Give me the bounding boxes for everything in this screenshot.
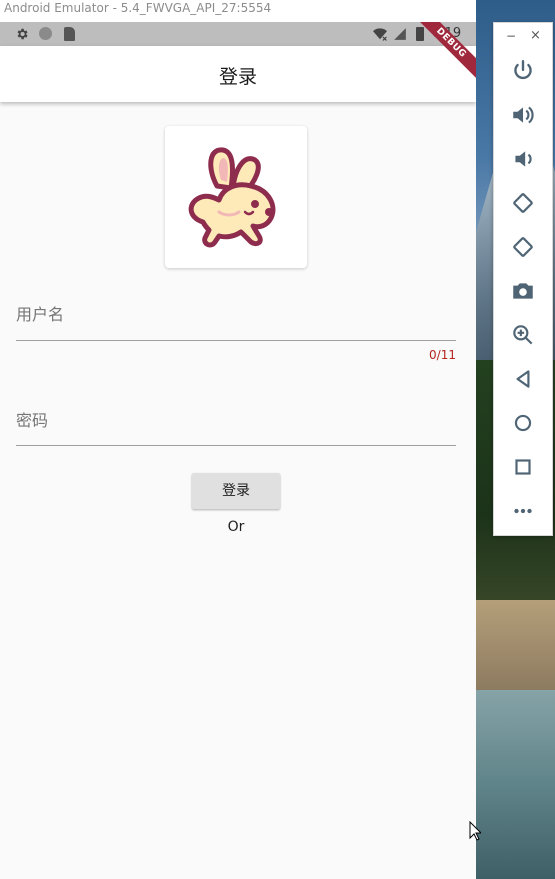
power-icon [514,60,532,80]
zoom-button[interactable] [510,322,536,348]
rotate-right-button[interactable] [510,234,536,260]
username-counter: 0/11 [429,348,456,362]
rotate-left-icon [513,193,533,213]
password-label: 密码 [16,411,49,430]
password-field[interactable]: 密码 [16,398,456,458]
mouse-cursor-icon [469,821,481,841]
more-button[interactable] [510,498,536,524]
minimize-button[interactable]: − [506,29,516,43]
battery-icon [416,27,424,41]
phone-screen: 6:19 DEBUG 登录 用户名 0/11 密码 登录 Or [0,22,476,879]
volume-down-button[interactable] [510,146,536,172]
volume-up-button[interactable] [510,102,536,128]
or-text: Or [227,519,245,535]
logo [165,126,307,268]
emulator-title: Android Emulator - 5.4_FWVGA_API_27:5554 [0,0,476,22]
page-title: 登录 [218,66,257,88]
password-underline [16,445,456,446]
screenshot-button[interactable] [510,278,536,304]
volume-down-icon [515,151,532,167]
power-button[interactable] [510,58,536,84]
overview-icon [515,459,531,475]
username-label: 用户名 [16,305,65,324]
status-bar: 6:19 [0,22,476,46]
back-icon [516,370,530,388]
camera-icon [513,283,533,299]
login-button[interactable]: 登录 [192,473,280,509]
more-icon [514,508,532,514]
home-button[interactable] [510,410,536,436]
home-icon [514,414,532,432]
app-bar: 登录 [0,46,476,102]
overview-button[interactable] [510,454,536,480]
volume-up-icon [513,106,534,124]
circle-icon [39,27,52,40]
sd-card-icon [64,27,75,41]
rotate-left-button[interactable] [510,190,536,216]
rabbit-icon [188,147,276,248]
signal-icon [394,28,406,40]
rotate-right-icon [513,237,533,257]
back-button[interactable] [510,366,536,392]
username-underline [16,340,456,341]
settings-icon [17,28,28,40]
emulator-side-panel: − × [493,22,553,536]
close-button[interactable]: × [530,28,541,43]
wifi-icon [373,28,387,41]
zoom-icon [513,325,533,345]
username-field[interactable]: 用户名 0/11 [16,292,456,382]
